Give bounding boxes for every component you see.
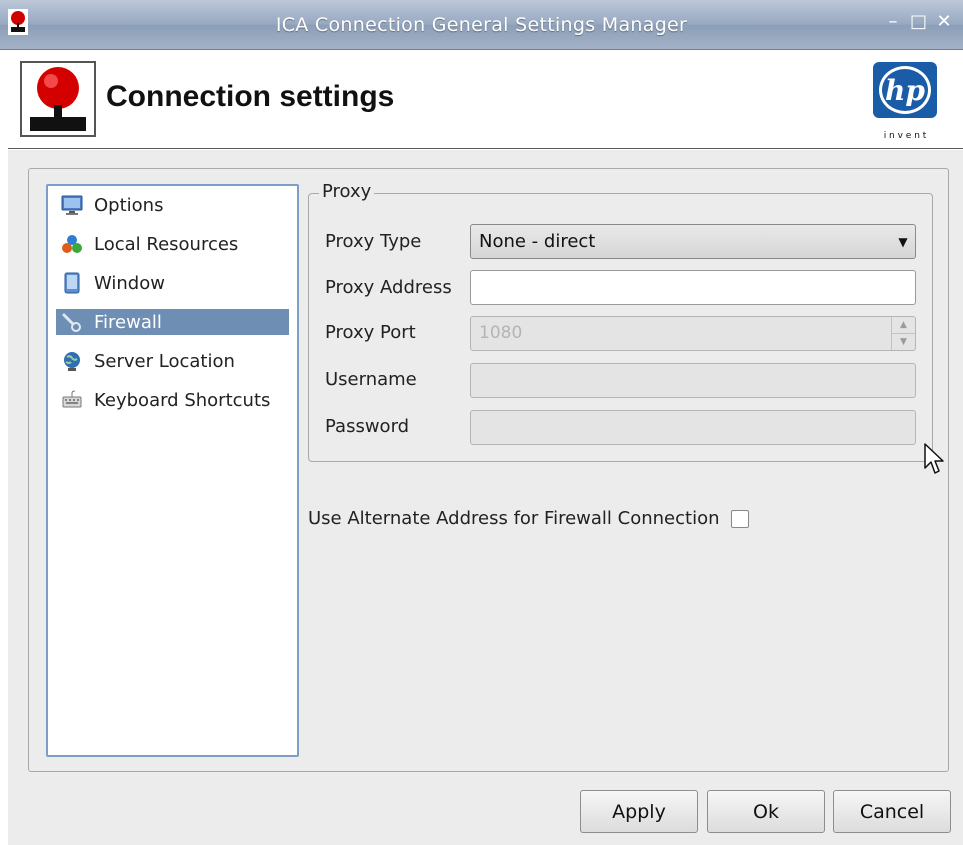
proxy-type-select[interactable]: None - direct ▼: [470, 224, 916, 259]
globe-icon: [60, 349, 84, 373]
settings-frame: Options Local Resources Window Firewall: [28, 168, 949, 772]
sidebar-item-window[interactable]: Window: [56, 270, 289, 296]
username-label: Username: [325, 369, 417, 390]
monitor-icon: [60, 193, 84, 217]
proxy-legend: Proxy: [319, 181, 375, 202]
minimize-button[interactable]: –: [885, 12, 901, 32]
alternate-address-checkbox[interactable]: [730, 509, 749, 528]
spin-buttons: ▲ ▼: [891, 317, 915, 350]
proxy-address-input[interactable]: [470, 270, 916, 305]
sidebar-item-options[interactable]: Options: [56, 192, 289, 218]
proxy-port-label: Proxy Port: [325, 322, 416, 343]
sidebar-item-label: Keyboard Shortcuts: [94, 389, 271, 411]
proxy-port-value: 1080: [479, 323, 523, 343]
window-icon: [60, 271, 84, 295]
alternate-address-label: Use Alternate Address for Firewall Conne…: [308, 508, 720, 529]
hp-logo: hp i n v e n t: [873, 62, 937, 141]
proxy-address-label: Proxy Address: [325, 277, 452, 298]
proxy-type-label: Proxy Type: [325, 231, 422, 252]
username-input[interactable]: [470, 363, 916, 398]
proxy-port-spinbox[interactable]: 1080 ▲ ▼: [470, 316, 916, 351]
spin-down-icon[interactable]: ▼: [892, 334, 915, 351]
dialog-body: Options Local Resources Window Firewall: [8, 150, 963, 845]
connection-settings-icon: [20, 61, 96, 137]
sidebar-item-label: Options: [94, 194, 164, 216]
category-list[interactable]: Options Local Resources Window Firewall: [46, 184, 299, 757]
sidebar-item-server-location[interactable]: Server Location: [56, 348, 289, 374]
password-input[interactable]: [470, 410, 916, 445]
svg-text:hp: hp: [885, 74, 925, 107]
ok-button[interactable]: Ok: [707, 790, 825, 833]
sidebar-item-label: Server Location: [94, 350, 235, 372]
svg-text:i n v e n t: i n v e n t: [884, 131, 927, 141]
local-resources-icon: [60, 232, 84, 256]
title-bar: ICA Connection General Settings Manager …: [0, 0, 963, 50]
close-button[interactable]: ✕: [936, 12, 952, 32]
sidebar-item-label: Firewall: [94, 311, 162, 333]
sidebar-item-label: Local Resources: [94, 233, 239, 255]
sidebar-item-local-resources[interactable]: Local Resources: [56, 231, 289, 257]
maximize-button[interactable]: □: [910, 12, 927, 32]
proxy-group: Proxy Proxy Type None - direct ▼ Proxy A…: [308, 181, 933, 462]
mouse-pointer-icon: [924, 443, 944, 474]
sidebar-item-firewall[interactable]: Firewall: [56, 309, 289, 335]
password-label: Password: [325, 416, 410, 437]
dialog-header: Connection settings hp i n v e n t: [8, 50, 963, 149]
page-title: Connection settings: [106, 80, 395, 113]
apply-button[interactable]: Apply: [580, 790, 698, 833]
proxy-type-value: None - direct: [479, 231, 596, 252]
chevron-down-icon[interactable]: ▼: [891, 225, 915, 258]
keyboard-icon: [60, 388, 84, 412]
alternate-address-row[interactable]: Use Alternate Address for Firewall Conne…: [308, 508, 749, 529]
window-title: ICA Connection General Settings Manager: [275, 14, 688, 36]
spin-up-icon[interactable]: ▲: [892, 317, 915, 334]
sidebar-item-keyboard-shortcuts[interactable]: Keyboard Shortcuts: [56, 387, 289, 413]
cancel-button[interactable]: Cancel: [833, 790, 951, 833]
sidebar-item-label: Window: [94, 272, 165, 294]
firewall-icon: [60, 310, 84, 334]
